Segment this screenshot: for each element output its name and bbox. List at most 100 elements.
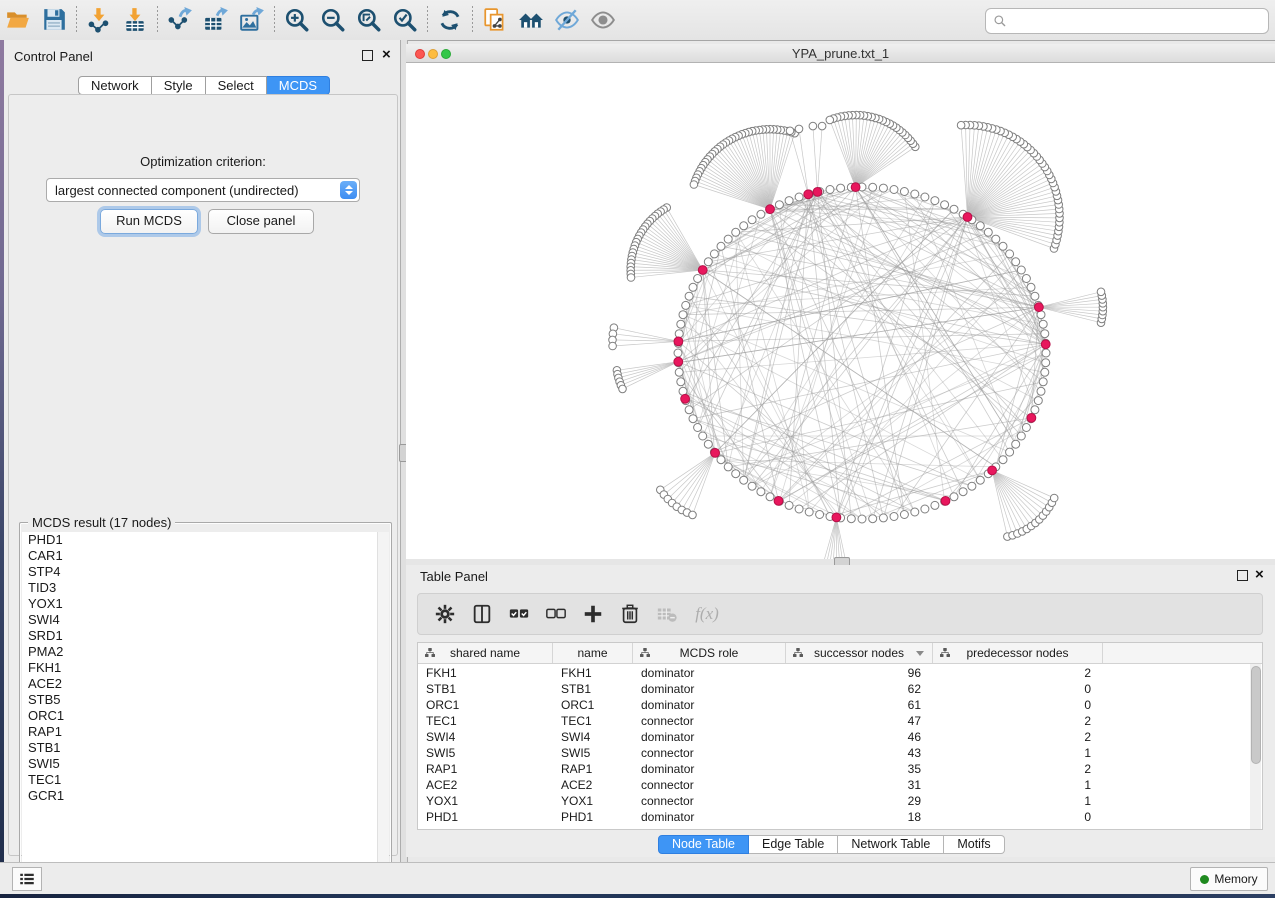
cell-predecessor-nodes[interactable]: 1	[933, 793, 1103, 809]
cell-name[interactable]: RAP1	[553, 761, 633, 777]
memory-button[interactable]: Memory	[1190, 867, 1268, 891]
graph-node[interactable]	[931, 501, 939, 509]
column-header-successor-nodes[interactable]: successor nodes	[786, 643, 933, 663]
graph-dominator-node[interactable]	[681, 394, 690, 403]
cell-MCDS-role[interactable]: dominator	[633, 681, 786, 697]
criterion-dropdown[interactable]: largest connected component (undirected)	[46, 178, 360, 202]
tab-network-table[interactable]: Network Table	[838, 835, 944, 854]
graph-node[interactable]	[740, 476, 748, 484]
cell-MCDS-role[interactable]: dominator	[633, 761, 786, 777]
graph-dominator-node[interactable]	[988, 466, 997, 475]
graph-node[interactable]	[858, 515, 866, 523]
graph-dominator-node[interactable]	[813, 188, 822, 197]
show-graphics-details-button[interactable]	[585, 3, 621, 37]
search-input[interactable]	[1011, 11, 1268, 31]
graph-dominator-node[interactable]	[674, 357, 683, 366]
graph-node[interactable]	[1017, 266, 1025, 274]
tab-mcds[interactable]: MCDS	[267, 76, 330, 95]
table-panel-float-icon[interactable]	[1237, 570, 1248, 581]
graph-node[interactable]	[1034, 397, 1042, 405]
table-row[interactable]: TEC1TEC1connector472	[418, 713, 1262, 729]
graph-node[interactable]	[879, 184, 887, 192]
graph-node[interactable]	[890, 186, 898, 194]
cell-shared-name[interactable]: TEC1	[418, 713, 553, 729]
cell-name[interactable]: ACE2	[553, 777, 633, 793]
cell-shared-name[interactable]: PHD1	[418, 809, 553, 825]
graph-node[interactable]	[766, 493, 774, 501]
tab-network[interactable]: Network	[78, 76, 152, 95]
run-mcds-button[interactable]: Run MCDS	[100, 209, 198, 234]
graph-node[interactable]	[890, 513, 898, 521]
column-header-name[interactable]: name	[553, 643, 633, 663]
graph-node[interactable]	[984, 228, 992, 236]
graph-node[interactable]	[950, 205, 958, 213]
graph-dominator-node[interactable]	[674, 337, 683, 346]
graph-dominator-node[interactable]	[711, 449, 720, 458]
cell-successor-nodes[interactable]: 43	[786, 745, 933, 761]
cell-predecessor-nodes[interactable]: 2	[933, 665, 1103, 681]
graph-leaf-node[interactable]	[609, 342, 617, 350]
tab-node-table[interactable]: Node Table	[658, 835, 749, 854]
cell-predecessor-nodes[interactable]: 2	[933, 761, 1103, 777]
graph-node[interactable]	[675, 368, 683, 376]
mcds-result-item[interactable]: TEC1	[22, 772, 389, 788]
cell-successor-nodes[interactable]: 47	[786, 713, 933, 729]
cell-successor-nodes[interactable]: 35	[786, 761, 933, 777]
graph-dominator-node[interactable]	[1035, 303, 1044, 312]
import-network-button[interactable]	[81, 3, 117, 37]
graph-node[interactable]	[689, 415, 697, 423]
mcds-list-scrollbar[interactable]	[377, 532, 389, 891]
graph-node[interactable]	[869, 183, 877, 191]
cell-predecessor-nodes[interactable]: 1	[933, 777, 1103, 793]
network-canvas[interactable]	[406, 63, 1275, 559]
table-row[interactable]: YOX1YOX1connector291	[418, 793, 1262, 809]
mcds-result-item[interactable]: STB1	[22, 740, 389, 756]
graph-leaf-node[interactable]	[627, 274, 635, 282]
cell-predecessor-nodes[interactable]: 2	[933, 729, 1103, 745]
zoom-selected-button[interactable]	[387, 3, 423, 37]
graph-node[interactable]	[689, 283, 697, 291]
graph-node[interactable]	[1041, 368, 1049, 376]
export-network-button[interactable]	[162, 3, 198, 37]
share-network-document-button[interactable]	[477, 3, 513, 37]
export-image-button[interactable]	[234, 3, 270, 37]
graph-dominator-node[interactable]	[851, 183, 860, 192]
cell-name[interactable]: YOX1	[553, 793, 633, 809]
mcds-result-item[interactable]: ORC1	[22, 708, 389, 724]
graph-node[interactable]	[694, 275, 702, 283]
graph-leaf-node[interactable]	[690, 181, 698, 189]
graph-node[interactable]	[931, 197, 939, 205]
mcds-result-item[interactable]: RAP1	[22, 724, 389, 740]
graph-node[interactable]	[1041, 330, 1049, 338]
graph-node[interactable]	[1017, 432, 1025, 440]
cell-predecessor-nodes[interactable]: 2	[933, 713, 1103, 729]
cell-predecessor-nodes[interactable]: 0	[933, 697, 1103, 713]
cell-name[interactable]: TEC1	[553, 713, 633, 729]
mcds-result-item[interactable]: SWI5	[22, 756, 389, 772]
graph-node[interactable]	[677, 320, 685, 328]
cell-name[interactable]: SWI4	[553, 729, 633, 745]
graph-node[interactable]	[785, 197, 793, 205]
cell-MCDS-role[interactable]: connector	[633, 745, 786, 761]
graph-node[interactable]	[950, 493, 958, 501]
graph-node[interactable]	[911, 508, 919, 516]
graph-node[interactable]	[795, 193, 803, 201]
graph-node[interactable]	[976, 222, 984, 230]
graph-dominator-node[interactable]	[698, 266, 707, 275]
table-row[interactable]: PHD1PHD1dominator180	[418, 809, 1262, 825]
mcds-result-item[interactable]: ACE2	[22, 676, 389, 692]
graph-node[interactable]	[1022, 424, 1030, 432]
graph-node[interactable]	[911, 190, 919, 198]
save-session-button[interactable]	[36, 3, 72, 37]
graph-node[interactable]	[1037, 387, 1045, 395]
graph-node[interactable]	[1039, 378, 1047, 386]
graph-node[interactable]	[748, 216, 756, 224]
graph-node[interactable]	[1031, 292, 1039, 300]
graph-node[interactable]	[748, 482, 756, 490]
graph-node[interactable]	[1042, 349, 1050, 357]
delete-column-button[interactable]	[611, 597, 648, 631]
graph-leaf-node[interactable]	[619, 385, 627, 393]
graph-node[interactable]	[976, 476, 984, 484]
cell-successor-nodes[interactable]: 46	[786, 729, 933, 745]
graph-node[interactable]	[1039, 320, 1047, 328]
